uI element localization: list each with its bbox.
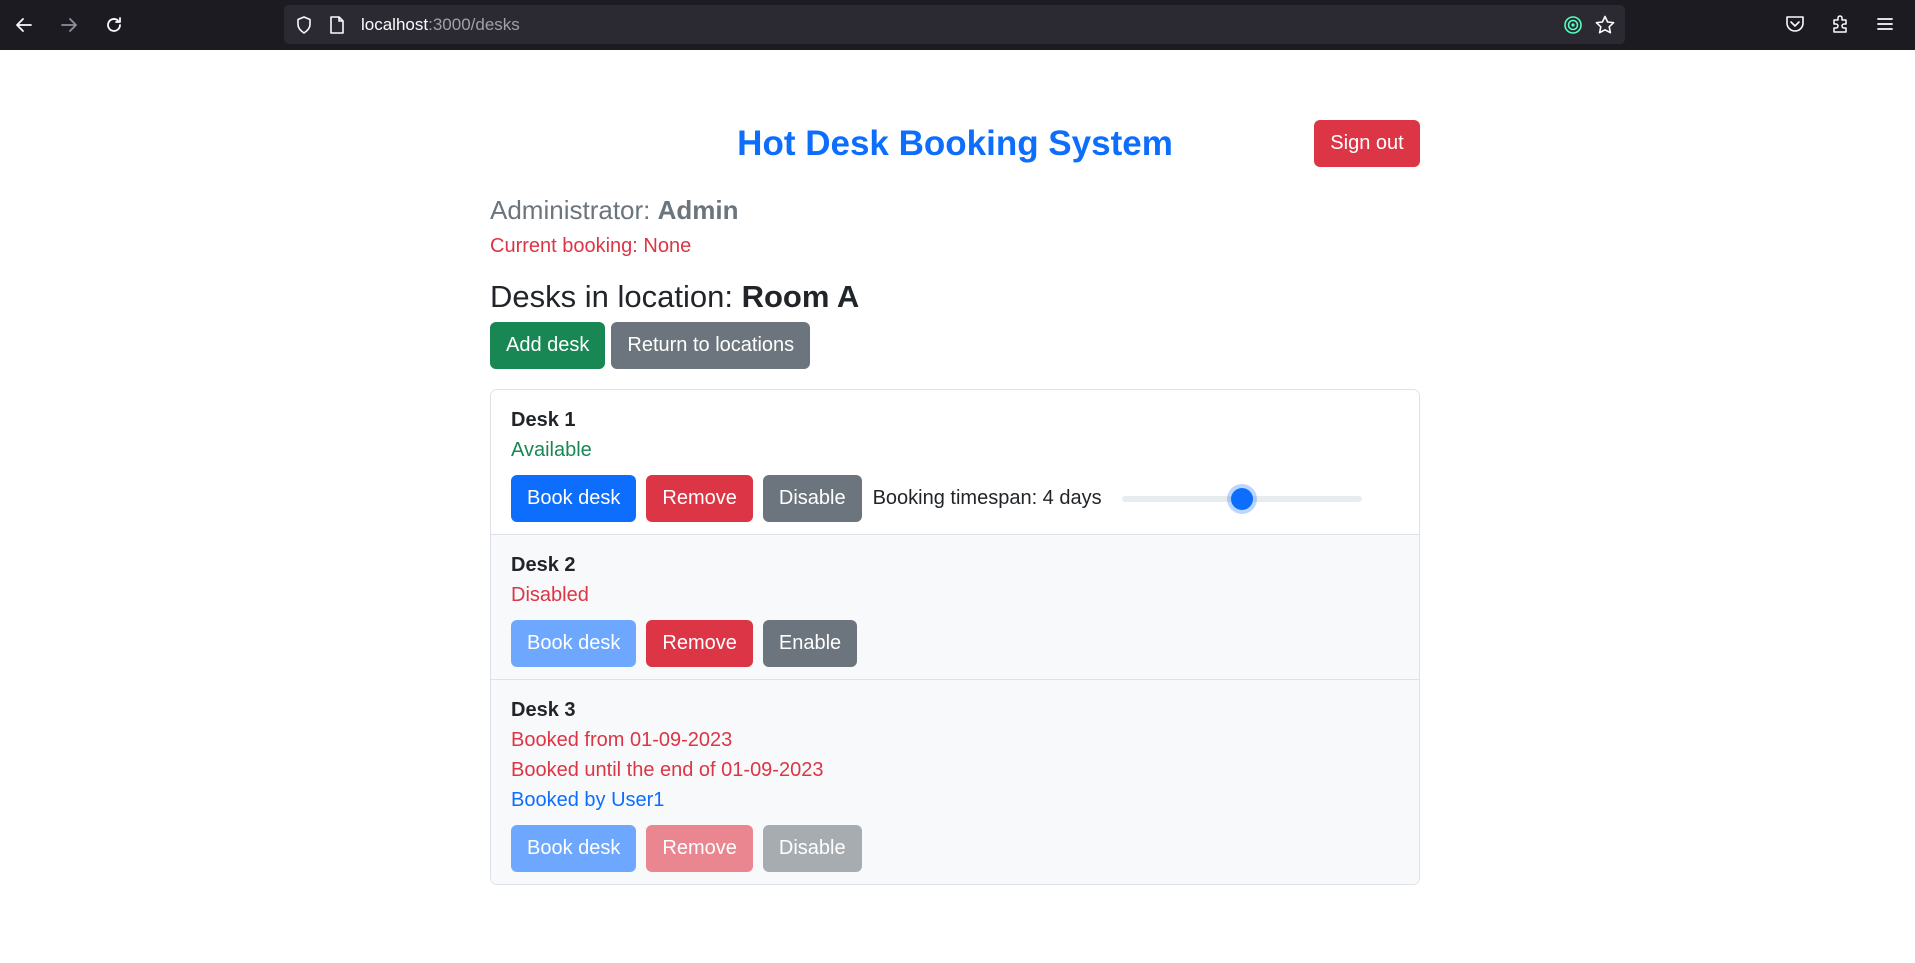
address-bar[interactable]: localhost:3000/desks	[284, 5, 1625, 44]
role-label: Administrator:	[490, 195, 658, 225]
desk-actions: Book desk Remove Enable	[511, 620, 1399, 667]
desk-list: Desk 1 Available Book desk Remove Disabl…	[490, 389, 1420, 885]
extensions-icon[interactable]	[1829, 13, 1851, 35]
disable-button[interactable]: Disable	[762, 825, 862, 872]
book-desk-button[interactable]: Book desk	[511, 620, 637, 667]
desk-name: Desk 1	[511, 409, 576, 431]
list-item: Desk 3 Booked from 01-09-2023 Booked unt…	[491, 679, 1419, 884]
desks-heading: Desks in location: Room A	[490, 277, 859, 317]
list-item: Desk 2 Disabled Book desk Remove Enable	[491, 534, 1419, 679]
remove-button[interactable]: Remove	[646, 620, 753, 667]
tracking-icon[interactable]	[1563, 15, 1583, 35]
slider-thumb[interactable]	[1230, 488, 1253, 510]
administrator-line: Administrator: Admin	[490, 193, 739, 227]
desk-name: Desk 2	[511, 554, 576, 576]
location-actions: Add desk Return to locations	[490, 322, 811, 369]
desks-heading-prefix: Desks in location:	[490, 279, 742, 314]
page-title: Hot Desk Booking System	[737, 124, 1173, 163]
desk-actions: Book desk Remove Disable	[511, 825, 1399, 872]
reload-icon[interactable]	[96, 7, 132, 43]
pocket-icon[interactable]	[1784, 13, 1806, 35]
admin-name: Admin	[657, 195, 739, 225]
timespan-slider[interactable]	[1121, 475, 1362, 522]
bookmark-star-icon[interactable]	[1594, 14, 1616, 36]
page: Hot Desk Booking System Sign out Adminis…	[0, 50, 1915, 963]
desk-status: Available	[511, 439, 592, 461]
url-text[interactable]: localhost:3000/desks	[361, 5, 520, 44]
url-host: localhost	[361, 15, 429, 34]
enable-button[interactable]: Enable	[762, 620, 858, 667]
remove-button[interactable]: Remove	[646, 825, 753, 872]
browser-toolbar: localhost:3000/desks	[0, 0, 1915, 50]
location-name: Room A	[741, 279, 860, 314]
booked-by: Booked by User1	[511, 789, 665, 811]
signout-button[interactable]: Sign out	[1314, 120, 1420, 167]
desk-status: Disabled	[511, 584, 589, 606]
page-icon[interactable]	[328, 15, 346, 35]
booking-timespan-label: Booking timespan: 4 days	[872, 487, 1102, 509]
remove-button[interactable]: Remove	[646, 475, 753, 522]
forward-icon[interactable]	[51, 7, 87, 43]
list-item: Desk 1 Available Book desk Remove Disabl…	[491, 390, 1419, 534]
booked-from: Booked from 01-09-2023	[511, 729, 733, 751]
desk-name: Desk 3	[511, 699, 576, 721]
disable-button[interactable]: Disable	[762, 475, 862, 522]
return-to-locations-button[interactable]: Return to locations	[611, 322, 811, 369]
shield-icon[interactable]	[294, 15, 314, 35]
url-path: :3000/desks	[428, 15, 520, 34]
book-desk-button[interactable]: Book desk	[511, 825, 637, 872]
desk-actions: Book desk Remove Disable Booking timespa…	[511, 475, 1399, 522]
book-desk-button[interactable]: Book desk	[511, 475, 637, 522]
menu-icon[interactable]	[1874, 13, 1896, 35]
current-booking: Current booking: None	[490, 235, 692, 257]
booked-until: Booked until the end of 01-09-2023	[511, 759, 824, 781]
add-desk-button[interactable]: Add desk	[490, 322, 606, 369]
back-icon[interactable]	[6, 7, 42, 43]
